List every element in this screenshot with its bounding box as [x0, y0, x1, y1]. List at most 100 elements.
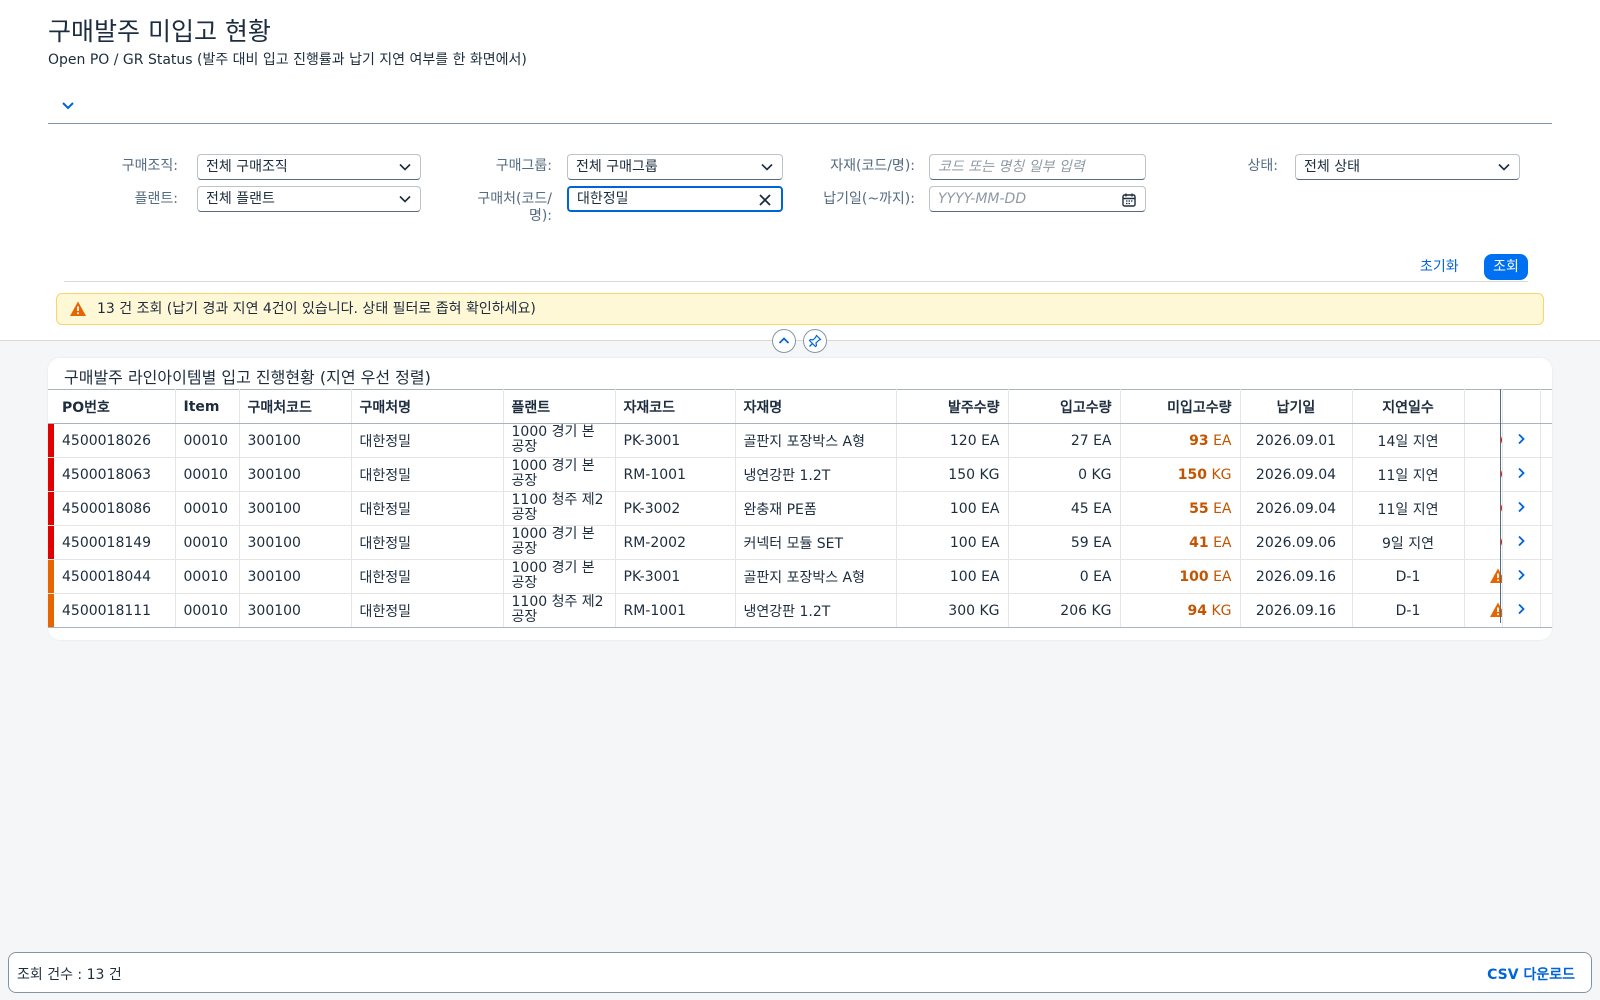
- col-delay[interactable]: 지연일수: [1352, 389, 1465, 424]
- cell-material-name: 냉연강판 1.2T: [735, 593, 897, 628]
- chevron-right-icon: [1518, 535, 1525, 546]
- cell-open-qty: 93 EA: [1120, 423, 1241, 458]
- purch-group-select[interactable]: 전체 구매그룹: [567, 154, 783, 180]
- cell-material-name: 커넥터 모듈 SET: [735, 525, 897, 560]
- pin-icon: [808, 334, 822, 348]
- cell-plant: 1000 경기 본공장: [503, 423, 616, 458]
- cell-item: 00010: [175, 457, 240, 492]
- col-vendor-name[interactable]: 구매처명: [351, 389, 504, 424]
- reset-button[interactable]: 초기화: [1420, 254, 1459, 280]
- cell-plant: 1100 청주 제2공장: [503, 593, 616, 628]
- cell-delay: 11일 지연: [1352, 457, 1465, 492]
- due-date-placeholder: YYYY-MM-DD: [938, 191, 1027, 207]
- cell-open-qty: 55 EA: [1120, 491, 1241, 526]
- col-order-qty[interactable]: 발주수량: [896, 389, 1009, 424]
- status-select[interactable]: 전체 상태: [1295, 154, 1520, 180]
- sticky-column-divider: [1500, 389, 1501, 623]
- collapse-header-button[interactable]: [772, 329, 796, 353]
- row-nav[interactable]: [1502, 593, 1541, 628]
- chevron-down-icon: [399, 195, 411, 203]
- cell-material-code: PK-3002: [615, 491, 736, 526]
- expand-toggle-button[interactable]: [58, 96, 78, 116]
- col-vendor-code[interactable]: 구매처코드: [239, 389, 352, 424]
- csv-download-button[interactable]: CSV 다운로드: [1487, 964, 1575, 984]
- col-due-date[interactable]: 납기일: [1240, 389, 1353, 424]
- due-date-input[interactable]: YYYY-MM-DD: [929, 186, 1146, 212]
- cell-material-name: 골판지 포장박스 A형: [735, 559, 897, 594]
- cell-filler: [1540, 423, 1552, 458]
- row-nav[interactable]: [1502, 457, 1541, 492]
- cell-filler: [1540, 525, 1552, 560]
- vendor-input[interactable]: 대한정밀: [567, 186, 783, 212]
- cell-vendor-code: 300100: [239, 491, 352, 526]
- pin-header-button[interactable]: [803, 329, 827, 353]
- cell-due-date: 2026.09.16: [1240, 593, 1353, 628]
- warning-icon: [70, 301, 86, 316]
- filter-header: 구매발주 미입고 현황 Open PO / GR Status (발주 대비 입…: [0, 0, 1600, 341]
- open-qty-number: 93: [1189, 432, 1209, 449]
- page-subtitle: Open PO / GR Status (발주 대비 입고 진행률과 납기 지연…: [48, 52, 527, 68]
- cell-po: 4500018111: [54, 593, 176, 628]
- chevron-right-icon: [1518, 467, 1525, 478]
- table-row[interactable]: 4500018149 00010 300100 대한정밀 1000 경기 본공장…: [48, 525, 1552, 560]
- cell-vendor-code: 300100: [239, 423, 352, 458]
- search-button[interactable]: 조회: [1484, 254, 1528, 280]
- open-qty-unit: KG: [1211, 466, 1232, 483]
- chevron-right-icon: [1518, 603, 1525, 614]
- cell-vendor-code: 300100: [239, 559, 352, 594]
- row-nav[interactable]: [1502, 423, 1541, 458]
- col-material-code[interactable]: 자재코드: [615, 389, 736, 424]
- table-row[interactable]: 4500018086 00010 300100 대한정밀 1100 청주 제2공…: [48, 491, 1552, 526]
- material-input[interactable]: 코드 또는 명칭 일부 입력: [929, 154, 1146, 180]
- open-qty-number: 94: [1187, 602, 1208, 619]
- row-nav[interactable]: [1502, 559, 1541, 594]
- cell-open-qty: 41 EA: [1120, 525, 1241, 560]
- cell-material-name: 냉연강판 1.2T: [735, 457, 897, 492]
- cell-status: [1464, 423, 1503, 458]
- cell-filler: [1540, 559, 1552, 594]
- col-po[interactable]: PO번호: [54, 389, 176, 424]
- cell-gr-qty: 27 EA: [1008, 423, 1121, 458]
- cell-material-name: 골판지 포장박스 A형: [735, 423, 897, 458]
- row-nav[interactable]: [1502, 491, 1541, 526]
- chevron-down-icon: [62, 102, 74, 110]
- close-icon[interactable]: [757, 192, 773, 208]
- cell-material-code: PK-3001: [615, 559, 736, 594]
- purch-org-select[interactable]: 전체 구매조직: [197, 154, 421, 180]
- cell-gr-qty: 45 EA: [1008, 491, 1121, 526]
- table-row[interactable]: 4500018026 00010 300100 대한정밀 1000 경기 본공장…: [48, 423, 1552, 458]
- col-open-qty[interactable]: 미입고수량: [1120, 389, 1241, 424]
- cell-order-qty: 100 EA: [896, 559, 1009, 594]
- page-title: 구매발주 미입고 현황: [48, 17, 271, 46]
- cell-gr-qty: 206 KG: [1008, 593, 1121, 628]
- col-filler: [1540, 389, 1552, 424]
- material-placeholder: 코드 또는 명칭 일부 입력: [938, 159, 1085, 175]
- cell-vendor-name: 대한정밀: [351, 491, 504, 526]
- chevron-up-icon: [778, 337, 790, 344]
- toolbar-divider: [64, 281, 1528, 282]
- open-qty-unit: EA: [1213, 432, 1232, 449]
- cell-due-date: 2026.09.04: [1240, 491, 1353, 526]
- col-gr-qty[interactable]: 입고수량: [1008, 389, 1121, 424]
- table-row[interactable]: 4500018111 00010 300100 대한정밀 1100 청주 제2공…: [48, 593, 1552, 628]
- col-material-name[interactable]: 자재명: [735, 389, 897, 424]
- cell-filler: [1540, 491, 1552, 526]
- cell-delay: 9일 지연: [1352, 525, 1465, 560]
- cell-po: 4500018026: [54, 423, 176, 458]
- cell-material-code: RM-1001: [615, 593, 736, 628]
- table-row[interactable]: 4500018044 00010 300100 대한정밀 1000 경기 본공장…: [48, 559, 1552, 594]
- cell-item: 00010: [175, 593, 240, 628]
- cell-delay: D-1: [1352, 593, 1465, 628]
- table-header-row: PO번호 Item 구매처코드 구매처명 플랜트 자재코드 자재명 발주수량 입…: [48, 389, 1552, 424]
- calendar-icon[interactable]: [1121, 192, 1137, 208]
- row-nav[interactable]: [1502, 525, 1541, 560]
- open-qty-number: 55: [1189, 500, 1209, 517]
- table-row[interactable]: 4500018063 00010 300100 대한정밀 1000 경기 본공장…: [48, 457, 1552, 492]
- col-item[interactable]: Item: [175, 389, 240, 424]
- cell-due-date: 2026.09.01: [1240, 423, 1353, 458]
- cell-vendor-name: 대한정밀: [351, 559, 504, 594]
- col-plant[interactable]: 플랜트: [503, 389, 616, 424]
- plant-select[interactable]: 전체 플랜트: [197, 186, 421, 212]
- cell-filler: [1540, 457, 1552, 492]
- cell-material-name: 완충재 PE폼: [735, 491, 897, 526]
